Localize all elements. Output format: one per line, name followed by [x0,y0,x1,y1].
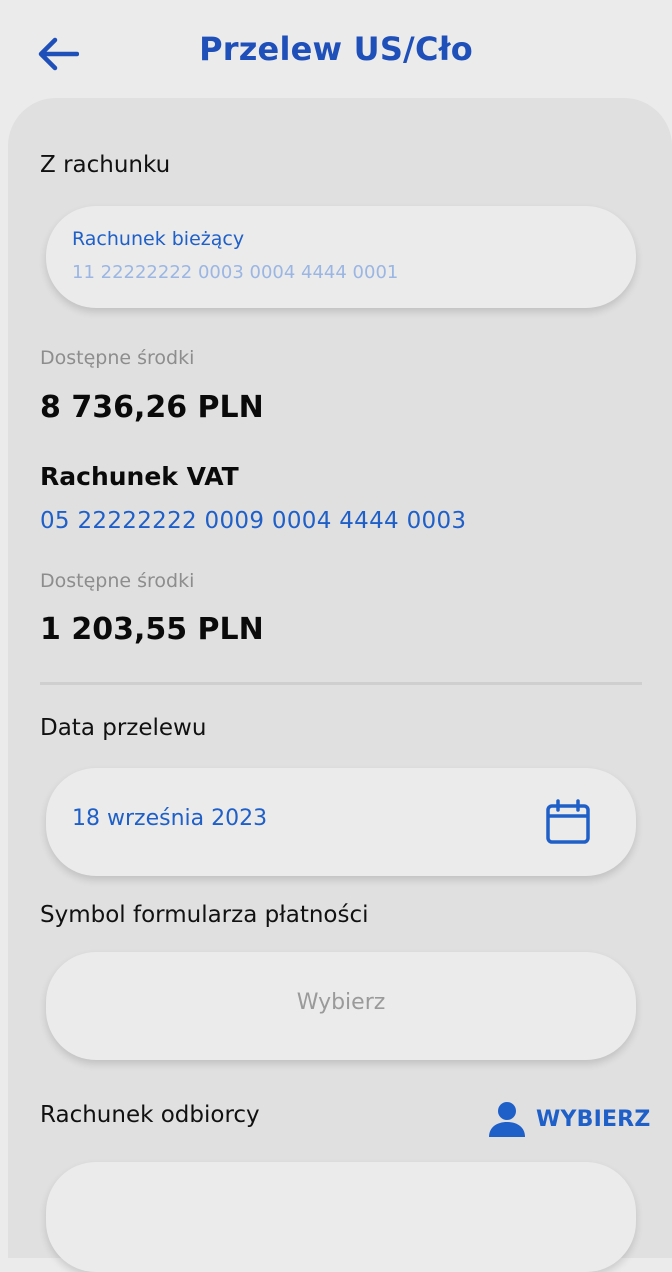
form-symbol-label: Symbol formularza płatności [40,902,369,928]
choose-recipient-button[interactable]: WYBIERZ [488,1098,650,1140]
app-header: Przelew US/Cło [0,0,672,100]
recipient-account-input[interactable] [46,1162,636,1272]
divider [40,682,642,685]
choose-recipient-label: WYBIERZ [536,1106,651,1132]
transfer-date-label: Data przelewu [40,715,207,741]
page-title: Przelew US/Cło [199,30,473,68]
vat-account-title: Rachunek VAT [40,462,239,491]
transfer-date-value: 18 września 2023 [72,806,268,831]
person-icon [489,1102,525,1137]
vat-available-funds-label: Dostępne środki [40,570,195,592]
form-symbol-placeholder: Wybierz [296,990,386,1015]
transfer-date-field[interactable]: 18 września 2023 [46,768,636,876]
vat-available-funds-amount: 1 203,55 PLN [40,612,264,647]
calendar-icon[interactable] [544,798,592,846]
vat-account-number: 05 22222222 0009 0004 4444 0003 [40,508,467,534]
from-account-label: Z rachunku [40,152,171,178]
account-name: Rachunek bieżący [72,228,245,250]
from-account-selector[interactable]: Rachunek bieżący 11 22222222 0003 0004 4… [46,206,636,308]
recipient-account-label: Rachunek odbiorcy [40,1102,260,1128]
available-funds-label: Dostępne środki [40,347,195,369]
available-funds-amount: 8 736,26 PLN [40,390,264,425]
form-symbol-select[interactable]: Wybierz [46,952,636,1060]
account-number: 11 22222222 0003 0004 4444 0001 [72,262,399,283]
